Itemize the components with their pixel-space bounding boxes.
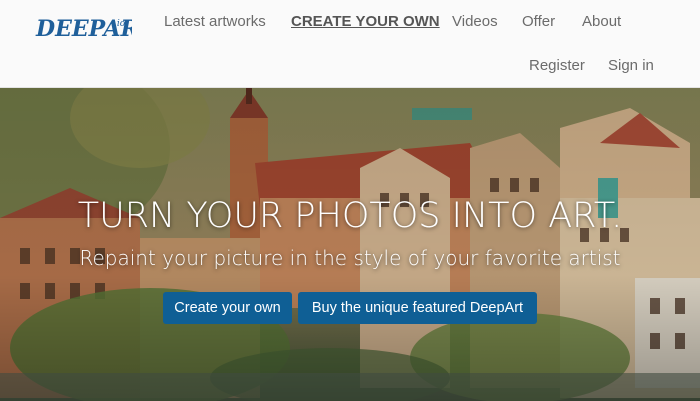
site-header: DEEPART .io Latest artworks CREATE YOUR … — [0, 0, 700, 88]
create-your-own-button[interactable]: Create your own — [163, 292, 292, 324]
buy-featured-deepart-button[interactable]: Buy the unique featured DeepArt — [298, 292, 537, 324]
nav-offer[interactable]: Offer — [522, 13, 555, 30]
nav-videos[interactable]: Videos — [452, 13, 498, 30]
sign-in-link[interactable]: Sign in — [608, 57, 654, 74]
deepart-logo[interactable]: DEEPART .io — [34, 10, 132, 42]
nav-latest-artworks[interactable]: Latest artworks — [164, 13, 266, 30]
hero-banner — [0, 88, 700, 401]
nav-about[interactable]: About — [582, 13, 621, 30]
hero-subtitle: Repaint your picture in the style of you… — [79, 246, 621, 270]
register-link[interactable]: Register — [529, 57, 585, 74]
svg-text:.io: .io — [114, 19, 126, 29]
hero-painting-image — [0, 88, 700, 401]
nav-create-your-own[interactable]: CREATE YOUR OWN — [291, 13, 440, 30]
hero-title: TURN YOUR PHOTOS INTO ART. — [77, 196, 623, 236]
